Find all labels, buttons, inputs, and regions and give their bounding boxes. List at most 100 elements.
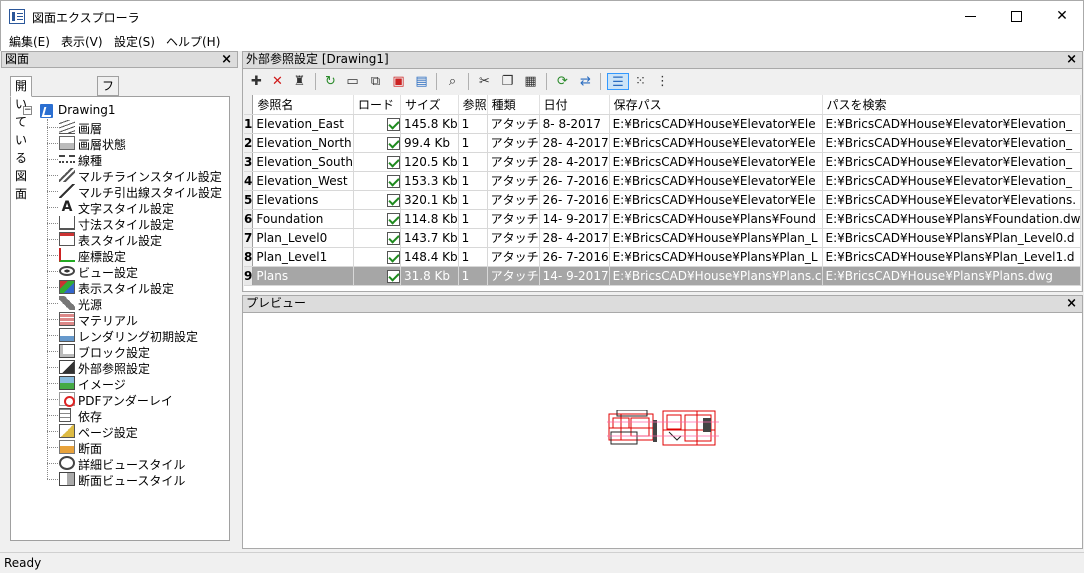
dimension-style-icon — [59, 216, 75, 230]
tree-view-button[interactable]: ⋮ — [654, 73, 671, 90]
cell-name: Elevation_East — [252, 114, 354, 134]
menu-edit[interactable]: 編集(E) — [9, 33, 50, 50]
row-number[interactable]: 7 — [244, 228, 254, 248]
paste-button[interactable]: ▦ — [522, 73, 539, 90]
table-row[interactable]: 9 Plans 31.8 Kb 1 アタッチ 14- 9-2017 E:¥BricsCAD¥… — [244, 266, 1081, 286]
maximize-icon — [1010, 10, 1022, 22]
multiline-style-icon — [59, 168, 75, 182]
cell-saved-path: E:¥BricsCAD¥House¥Plans¥Found — [609, 209, 823, 229]
cell-date: 14- 9-2017 — [539, 209, 610, 229]
col-header-name[interactable]: 参照名 — [252, 95, 354, 115]
row-number[interactable]: 9 — [244, 266, 254, 286]
layer-state-icon — [59, 136, 75, 150]
load-checkbox[interactable] — [386, 269, 400, 283]
cut-button[interactable]: ✂ — [476, 73, 493, 90]
row-number[interactable]: 5 — [244, 190, 254, 210]
tree-item-label: PDFアンダーレイ — [78, 394, 173, 408]
cell-name: Elevations — [252, 190, 354, 210]
col-header-refs[interactable]: 参照 — [458, 95, 488, 115]
table-row[interactable]: 6 Foundation 114.8 Kb 1 アタッチ 14- 9-2017 E:¥Bri… — [244, 209, 1081, 229]
tree-item-label: 座標設定 — [78, 250, 127, 264]
row-number[interactable]: 8 — [244, 247, 254, 267]
maximize-button[interactable] — [993, 1, 1039, 31]
cell-found-path: E:¥BricsCAD¥House¥Plans¥Plan_Level1.d — [822, 247, 1081, 267]
tree-item-label: 寸法スタイル設定 — [78, 218, 175, 232]
drawings-panel-close-icon[interactable]: × — [221, 52, 232, 67]
find-button[interactable]: ⌕ — [444, 73, 461, 90]
tree-item-label: 断面 — [78, 442, 103, 456]
xref-icon — [59, 360, 75, 374]
tree-connector — [47, 271, 58, 272]
table-row[interactable]: 8 Plan_Level1 148.4 Kb 1 アタッチ 26- 7-2016 E:¥Br… — [244, 247, 1081, 267]
menu-view[interactable]: 表示(V) — [61, 33, 103, 50]
cell-found-path: E:¥BricsCAD¥House¥Elevator¥Elevation_ — [822, 114, 1081, 134]
detach-icon: ⧉ — [370, 74, 381, 89]
tab-folders[interactable]: フォルダ — [97, 76, 120, 147]
delete-button[interactable]: ✕ — [269, 73, 286, 90]
table-row[interactable]: 1 Elevation_East 145.8 Kb 1 アタッチ 8- 8-2017 E:¥… — [244, 114, 1081, 134]
col-header-load[interactable]: ロード — [353, 95, 401, 115]
cell-loaded — [353, 228, 401, 248]
cell-size: 31.8 Kb — [400, 266, 459, 286]
title-bar: 図面エクスプローラ ✕ — [0, 0, 1084, 30]
detach-button[interactable]: ⧉ — [367, 73, 384, 90]
load-checkbox[interactable] — [386, 136, 400, 150]
cell-name: Elevation_North — [252, 133, 354, 153]
load-checkbox[interactable] — [386, 174, 400, 188]
table-row[interactable]: 2 Elevation_North 99.4 Kb 1 アタッチ 28- 4-2017 E:… — [244, 133, 1081, 153]
preview-panel-header: プレビュー × — [243, 296, 1082, 313]
tree-view-icon: ⋮ — [656, 74, 669, 89]
minimize-button[interactable] — [947, 1, 993, 31]
row-number[interactable]: 4 — [244, 171, 254, 191]
table-row[interactable]: 5 Elevations 320.1 Kb 1 アタッチ 26- 7-2016 E:¥Bri… — [244, 190, 1081, 210]
cell-name: Plans — [252, 266, 354, 286]
menu-settings[interactable]: 設定(S) — [114, 33, 155, 50]
col-header-type[interactable]: 種類 — [487, 95, 540, 115]
cell-date: 26- 7-2016 — [539, 247, 610, 267]
tree-item-label: 外部参照設定 — [78, 362, 151, 376]
tree-item-label: 表スタイル設定 — [78, 234, 163, 248]
row-number[interactable]: 3 — [244, 152, 254, 172]
large-icons-view-button[interactable]: ⁙ — [632, 73, 649, 90]
row-number[interactable]: 6 — [244, 209, 254, 229]
preview-panel-close-icon[interactable]: × — [1066, 296, 1077, 311]
reload-button[interactable]: ↻ — [322, 73, 339, 90]
purge-button[interactable]: ♜ — [291, 73, 308, 90]
app-icon — [9, 9, 25, 24]
unload-button[interactable]: ▭ — [344, 73, 361, 90]
load-checkbox[interactable] — [386, 117, 400, 131]
copy-icon: ❐ — [501, 74, 514, 89]
col-header-saved-path[interactable]: 保存パス — [609, 95, 823, 115]
tab-open-drawings[interactable]: 開いている図面 — [10, 76, 33, 201]
col-header-date[interactable]: 日付 — [539, 95, 610, 115]
col-header-size[interactable]: サイズ — [400, 95, 459, 115]
tree-item-label: ページ設定 — [78, 426, 138, 440]
new-button[interactable]: ✚ — [248, 73, 265, 90]
open-button[interactable]: ▤ — [413, 73, 430, 90]
cell-found-path: E:¥BricsCAD¥House¥Elevator¥Elevations. — [822, 190, 1081, 210]
sync-icon: ⇄ — [580, 74, 591, 89]
row-number[interactable]: 2 — [244, 133, 254, 153]
sync-button[interactable]: ⇄ — [577, 73, 594, 90]
cell-loaded — [353, 190, 401, 210]
details-view-button[interactable]: ☰ — [607, 73, 629, 90]
tree-connector — [47, 463, 58, 464]
table-row[interactable]: 3 Elevation_South 120.5 Kb 1 アタッチ 28- 4-2017 E… — [244, 152, 1081, 172]
load-checkbox[interactable] — [386, 193, 400, 207]
status-bar: Ready — [0, 552, 1084, 573]
xref-panel-close-icon[interactable]: × — [1066, 52, 1077, 67]
row-number[interactable]: 1 — [244, 114, 254, 134]
load-checkbox[interactable] — [386, 212, 400, 226]
load-checkbox[interactable] — [386, 250, 400, 264]
table-row[interactable]: 7 Plan_Level0 143.7 Kb 1 アタッチ 28- 4-2017 E:¥Br… — [244, 228, 1081, 248]
refresh-button[interactable]: ⟳ — [554, 73, 571, 90]
load-checkbox[interactable] — [386, 155, 400, 169]
close-button[interactable]: ✕ — [1039, 1, 1084, 31]
menu-help[interactable]: ヘルプ(H) — [166, 33, 220, 50]
tree-item-label: 詳細ビュースタイル — [78, 458, 186, 472]
bind-button[interactable]: ▣ — [390, 73, 407, 90]
load-checkbox[interactable] — [386, 231, 400, 245]
col-header-found-path[interactable]: パスを検索 — [822, 95, 1081, 115]
copy-button[interactable]: ❐ — [499, 73, 516, 90]
table-row[interactable]: 4 Elevation_West 153.3 Kb 1 アタッチ 26- 7-2016 E:… — [244, 171, 1081, 191]
